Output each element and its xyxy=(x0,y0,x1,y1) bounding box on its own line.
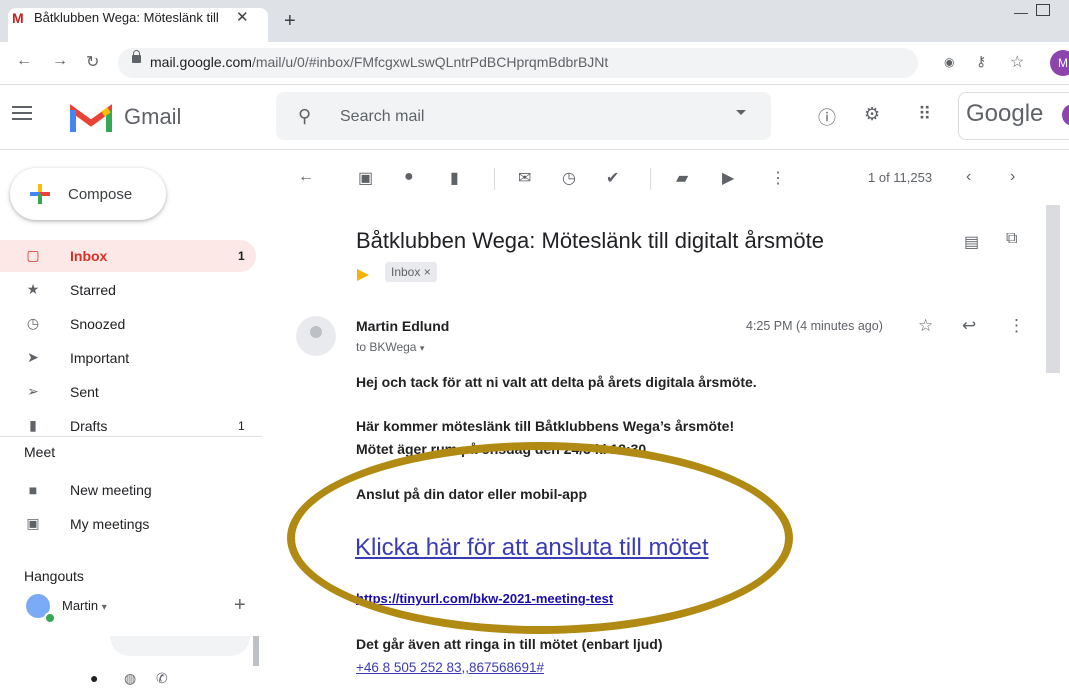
help-icon[interactable]: ⓘ xyxy=(818,104,836,130)
search-options-icon[interactable] xyxy=(736,110,746,115)
move-to-icon[interactable]: ▰ xyxy=(676,168,688,188)
inbox-icon: ▢ xyxy=(26,247,40,263)
back-icon[interactable]: ← xyxy=(16,52,32,70)
tab-title: Båtklubben Wega: Möteslänk till xyxy=(34,10,219,25)
sidebar-item-label: Snoozed xyxy=(70,316,126,332)
pagination-text: 1 of 11,253 xyxy=(868,170,933,185)
draft-count: 1 xyxy=(238,419,245,433)
archive-icon[interactable]: ▣ xyxy=(358,168,373,188)
person-icon[interactable]: ● xyxy=(90,670,98,686)
toolbar-separator xyxy=(650,168,651,190)
add-task-icon[interactable]: ✔ xyxy=(606,168,619,188)
new-meeting-link[interactable]: New meeting xyxy=(70,482,152,498)
unread-count: 1 xyxy=(238,249,245,263)
open-new-window-icon[interactable]: ⧉ xyxy=(1006,230,1017,248)
highlight-oval xyxy=(287,442,793,634)
report-spam-icon[interactable]: ● xyxy=(404,168,414,186)
eye-icon[interactable]: ◉ xyxy=(944,55,954,69)
profile-avatar[interactable]: M xyxy=(1050,50,1069,76)
google-brand: Google xyxy=(966,100,1044,127)
compose-label: Compose xyxy=(68,186,133,203)
main-scrollbar-thumb[interactable] xyxy=(1046,205,1060,373)
star-message-icon[interactable]: ☆ xyxy=(918,316,933,336)
clock-icon: ◷ xyxy=(26,315,40,331)
message-timestamp: 4:25 PM (4 minutes ago) xyxy=(746,319,883,333)
main-menu-icon[interactable] xyxy=(12,106,32,124)
label-icon[interactable]: ▶ xyxy=(722,168,734,188)
back-to-inbox-icon[interactable]: ← xyxy=(298,168,314,186)
reload-icon[interactable]: ↻ xyxy=(86,52,99,72)
remove-label-icon[interactable]: × xyxy=(424,265,431,279)
tab-close-button[interactable]: ✕ xyxy=(236,8,249,26)
meet-heading: Meet xyxy=(24,444,56,460)
body-dial-in: Det går även att ringa in till mötet (en… xyxy=(356,636,663,652)
key-icon[interactable]: ⚷ xyxy=(976,53,986,70)
chevron-down-icon: ▾ xyxy=(101,602,107,613)
more-options-icon[interactable]: ⋮ xyxy=(770,168,786,188)
mark-unread-icon[interactable]: ✉ xyxy=(518,168,531,188)
draft-icon: ▮ xyxy=(29,417,37,433)
sidebar-item-label: Inbox xyxy=(70,248,108,264)
importance-marker-icon[interactable] xyxy=(357,269,369,281)
bookmark-star-icon[interactable]: ☆ xyxy=(1010,52,1024,72)
delete-icon[interactable]: ▮ xyxy=(450,168,459,188)
reply-icon[interactable]: ↩ xyxy=(962,316,976,336)
important-icon: ➤ xyxy=(27,349,39,365)
sidebar-scrollbar[interactable] xyxy=(253,636,259,666)
phone-number-link[interactable]: +46 8 505 252 83,,867568691# xyxy=(356,660,544,675)
url-text[interactable]: mail.google.com/mail/u/0/#inbox/FMfcgxwL… xyxy=(150,54,608,70)
apps-grid-icon[interactable]: ⠿ xyxy=(918,104,931,125)
recipient-line[interactable]: to BKWega ▾ xyxy=(356,340,424,354)
sender-avatar xyxy=(296,316,336,356)
gmail-brand[interactable]: Gmail xyxy=(124,104,181,130)
search-icon[interactable]: ⚲ xyxy=(298,106,311,127)
video-camera-icon: ■ xyxy=(28,482,38,498)
window-minimize-button[interactable]: — xyxy=(1014,4,1028,20)
sidebar-item-label: Sent xyxy=(70,384,99,400)
print-icon[interactable]: ▤ xyxy=(964,232,979,252)
star-icon: ★ xyxy=(26,281,40,297)
email-subject: Båtklubben Wega: Möteslänk till digitalt… xyxy=(356,228,824,253)
gmail-favicon-icon: M xyxy=(12,10,24,26)
hangouts-heading: Hangouts xyxy=(24,568,84,584)
message-more-icon[interactable]: ⋮ xyxy=(1008,316,1025,336)
calendar-icon: ▣ xyxy=(26,515,40,531)
new-tab-button[interactable]: + xyxy=(284,10,296,33)
compose-plus-icon-part xyxy=(38,194,42,204)
chevron-down-icon: ▾ xyxy=(419,343,425,353)
sidebar-item-label: Important xyxy=(70,350,130,366)
search-placeholder: Search mail xyxy=(340,108,425,125)
older-chevron-icon[interactable]: › xyxy=(1010,168,1015,186)
send-icon: ➢ xyxy=(27,383,39,399)
online-status-dot xyxy=(44,612,56,624)
toolbar-separator xyxy=(494,168,495,190)
sidebar-item-label: Drafts xyxy=(70,418,108,434)
newer-chevron-icon[interactable]: ‹ xyxy=(966,168,971,186)
sender-name[interactable]: Martin Edlund xyxy=(356,318,449,334)
window-maximize-button[interactable] xyxy=(1036,4,1050,16)
snooze-icon[interactable]: ◷ xyxy=(562,168,576,188)
phone-icon[interactable]: ✆ xyxy=(156,670,168,687)
body-greeting: Hej och tack för att ni valt att delta p… xyxy=(356,374,757,390)
forward-icon[interactable]: → xyxy=(52,52,68,70)
gmail-logo-icon xyxy=(70,104,112,132)
sidebar-item-label: Starred xyxy=(70,282,116,298)
lock-icon xyxy=(132,50,141,63)
chat-icon[interactable]: ◍ xyxy=(124,670,136,687)
hangouts-user-name[interactable]: Martin ▾ xyxy=(62,598,107,613)
settings-gear-icon[interactable]: ⚙ xyxy=(864,104,880,125)
inbox-label-chip: Inbox × xyxy=(385,262,437,282)
hangouts-bubble xyxy=(110,636,250,656)
my-meetings-link[interactable]: My meetings xyxy=(70,516,149,532)
body-intro: Här kommer möteslänk till Båtklubbens We… xyxy=(356,418,735,434)
hangouts-add-button[interactable]: + xyxy=(234,594,246,617)
sidebar-divider xyxy=(0,436,262,437)
sidebar-item-drafts[interactable]: ▮ Drafts 1 xyxy=(0,412,262,435)
